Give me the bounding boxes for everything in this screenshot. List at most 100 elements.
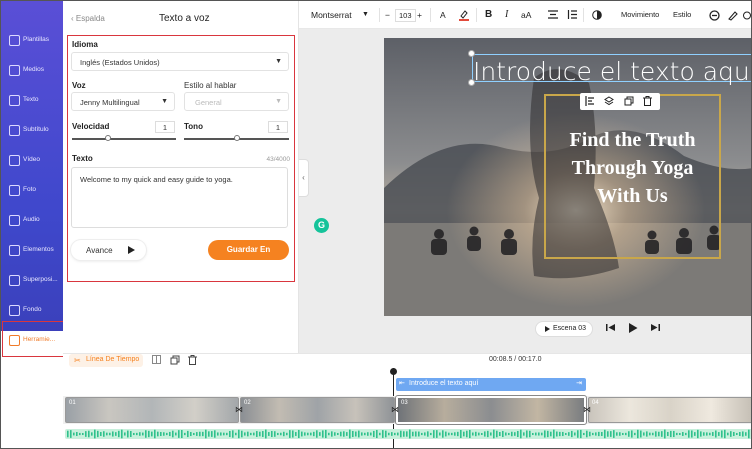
sidebar-item-media[interactable]: Medios bbox=[1, 61, 63, 91]
sidebar-item-label: Audio bbox=[23, 216, 40, 223]
sidebar-item-label: Superposi... bbox=[23, 276, 58, 283]
back-label: Espalda bbox=[75, 14, 105, 23]
scene-clip-3[interactable]: 03 bbox=[395, 395, 587, 425]
play-icon[interactable] bbox=[628, 323, 638, 335]
copy-style-icon[interactable] bbox=[727, 10, 738, 23]
sidebar-item-label: Medios bbox=[23, 66, 44, 73]
overlay-line: Find the Truth bbox=[569, 129, 696, 151]
style-button[interactable]: Estilo bbox=[673, 10, 691, 19]
clip-number: 04 bbox=[592, 400, 599, 406]
panel-header: ‹ Espalda Texto a voz bbox=[63, 1, 299, 33]
sidebar-item-label: Elementos bbox=[23, 246, 54, 253]
timeline-icon: ✂ bbox=[74, 356, 81, 365]
link-icon[interactable] bbox=[709, 10, 720, 23]
line-spacing-icon[interactable] bbox=[567, 10, 577, 21]
play-scene-button[interactable]: Escena 03 bbox=[535, 321, 593, 337]
video-icon bbox=[9, 155, 20, 166]
audio-waveform bbox=[67, 429, 750, 439]
sidebar-item-label: Texto bbox=[23, 96, 39, 103]
sidebar-item-label: Foto bbox=[23, 186, 37, 193]
element-toolbar bbox=[580, 93, 660, 110]
heading-text: Introduce el texto aquí bbox=[473, 57, 752, 86]
more-icon[interactable] bbox=[743, 10, 751, 23]
divider bbox=[583, 8, 584, 22]
sidebar-item-text[interactable]: Texto bbox=[1, 91, 63, 121]
font-size-input[interactable]: 103 bbox=[395, 9, 416, 22]
overlay-line: With Us bbox=[597, 185, 668, 207]
template-icon bbox=[9, 35, 20, 46]
font-size-increase-button[interactable]: + bbox=[417, 10, 422, 20]
sidebar-item-label: Plantillas bbox=[23, 36, 50, 43]
elements-icon bbox=[9, 245, 20, 256]
sidebar-item-label: Vídeo bbox=[23, 156, 40, 163]
transition-icon[interactable]: ⋈ bbox=[391, 405, 399, 414]
bold-button[interactable]: B bbox=[485, 9, 492, 20]
font-family-select[interactable]: Montserrat bbox=[311, 10, 352, 20]
duplicate-icon[interactable] bbox=[170, 355, 180, 367]
sidebar-item-video[interactable]: Vídeo bbox=[1, 151, 63, 181]
sidebar: Plantillas Medios Texto Subtítulo Vídeo Foto A… bbox=[1, 1, 63, 361]
app-window: Plantillas Medios Texto Subtítulo Vídeo Foto A… bbox=[0, 0, 752, 449]
clip-handle-icon[interactable]: ⇥ bbox=[576, 379, 582, 387]
font-size-decrease-button[interactable]: − bbox=[385, 10, 390, 20]
photo-icon bbox=[9, 185, 20, 196]
text-color-button[interactable]: A bbox=[440, 10, 446, 20]
canvas-scene[interactable]: Introduce el texto aquí Find the Truth T… bbox=[384, 38, 751, 316]
background-icon bbox=[9, 305, 20, 316]
italic-button[interactable]: I bbox=[505, 9, 508, 20]
panel-title: Texto a voz bbox=[159, 13, 210, 24]
divider bbox=[379, 8, 380, 22]
timeline-toggle-button[interactable]: ✂ Línea De Tiempo bbox=[69, 354, 143, 367]
resize-handle[interactable] bbox=[468, 50, 475, 57]
overlay-line: Through Yoga bbox=[571, 157, 694, 179]
split-icon[interactable] bbox=[152, 355, 161, 366]
time-display: 00:08.5 / 00:17.0 bbox=[489, 356, 542, 363]
layers-icon[interactable] bbox=[604, 96, 614, 108]
overlay-text[interactable]: Find the Truth Through Yoga With Us bbox=[544, 126, 721, 210]
sidebar-item-template[interactable]: Plantillas bbox=[1, 31, 63, 61]
scene-clip-4[interactable]: 04 bbox=[588, 397, 751, 423]
previous-scene-icon[interactable] bbox=[606, 323, 615, 334]
text-clip-label: Introduce el texto aquí bbox=[409, 380, 479, 387]
highlight-color-icon[interactable] bbox=[459, 10, 469, 23]
divider bbox=[476, 8, 477, 22]
align-icon[interactable] bbox=[585, 96, 595, 108]
subtitle-icon bbox=[9, 125, 20, 136]
scene-clip-1[interactable]: 01 bbox=[65, 397, 239, 423]
opacity-icon[interactable] bbox=[592, 10, 602, 22]
clip-number: 03 bbox=[401, 400, 408, 406]
overlay-icon bbox=[9, 275, 20, 286]
chevron-down-icon[interactable]: ▼ bbox=[362, 11, 369, 18]
collapse-panel-button[interactable]: ‹ bbox=[299, 159, 309, 197]
highlight-box-tools bbox=[2, 321, 64, 357]
grammarly-icon[interactable]: G bbox=[314, 218, 329, 233]
sidebar-item-label: Subtítulo bbox=[23, 126, 49, 133]
sidebar-item-overlay[interactable]: Superposi... bbox=[1, 271, 63, 301]
delete-icon[interactable] bbox=[643, 96, 652, 108]
transition-icon[interactable]: ⋈ bbox=[235, 405, 243, 414]
sidebar-item-photo[interactable]: Foto bbox=[1, 181, 63, 211]
text-case-button[interactable]: aA bbox=[521, 10, 531, 20]
text-clip[interactable]: ⇤ Introduce el texto aquí ⇥ bbox=[396, 378, 586, 391]
back-button[interactable]: ‹ Espalda bbox=[71, 14, 105, 23]
sidebar-item-elements[interactable]: Elementos bbox=[1, 241, 63, 271]
animation-button[interactable]: Movimiento bbox=[621, 10, 659, 19]
play-icon bbox=[545, 326, 550, 332]
transition-icon[interactable]: ⋈ bbox=[583, 405, 591, 414]
next-scene-icon[interactable] bbox=[651, 323, 660, 334]
scene-clip-2[interactable]: 02 bbox=[240, 397, 395, 423]
audio-track[interactable] bbox=[65, 429, 751, 439]
duplicate-icon[interactable] bbox=[624, 96, 634, 108]
sidebar-item-subtitle[interactable]: Subtítulo bbox=[1, 121, 63, 151]
sidebar-item-audio[interactable]: Audio bbox=[1, 211, 63, 241]
timeline-label: Línea De Tiempo bbox=[86, 356, 140, 363]
playhead-knob[interactable] bbox=[390, 368, 397, 375]
clip-handle-icon[interactable]: ⇤ bbox=[399, 379, 405, 387]
delete-icon[interactable] bbox=[188, 355, 197, 367]
text-icon bbox=[9, 95, 20, 106]
clip-number: 02 bbox=[244, 400, 251, 406]
align-center-icon[interactable] bbox=[548, 10, 558, 21]
scene-label: Escena 03 bbox=[553, 325, 587, 332]
text-box-selected[interactable]: Introduce el texto aquí bbox=[472, 54, 751, 86]
resize-handle[interactable] bbox=[468, 79, 475, 86]
